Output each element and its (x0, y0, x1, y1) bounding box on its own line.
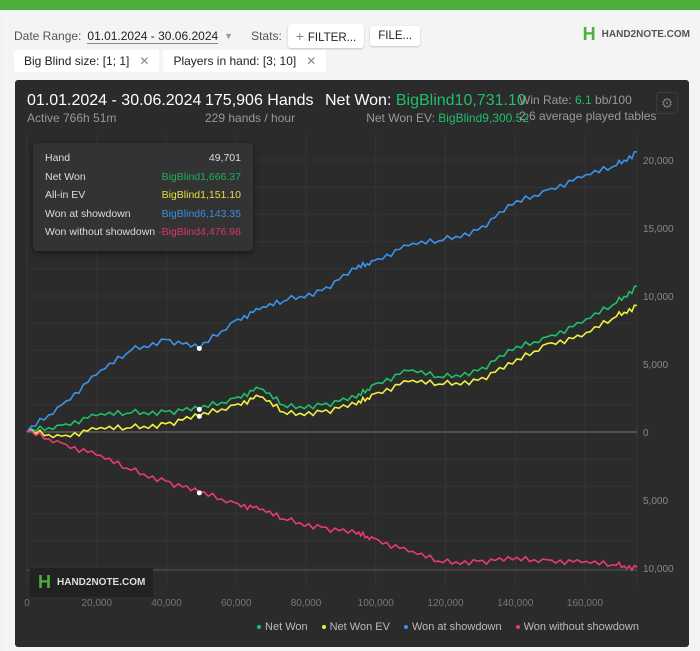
legend-dot-icon (257, 625, 262, 630)
x-tick-label: 120,000 (427, 598, 464, 609)
y-tick-label: 10,000 (643, 564, 674, 575)
watermark-text: HAND2NOTE.COM (57, 577, 146, 588)
x-tick-label: 0 (24, 598, 30, 609)
top-bar (0, 0, 700, 10)
y-tick-label: 5,000 (643, 360, 668, 371)
legend-item[interactable]: Won at showdown (403, 621, 502, 633)
x-tick-label: 60,000 (221, 598, 252, 609)
date-range-select[interactable]: 01.01.2024 - 30.06.2024 (87, 29, 219, 44)
x-tick-label: 40,000 (151, 598, 182, 609)
x-tick-label: 100,000 (358, 598, 395, 609)
tooltip-label: Hand (45, 152, 71, 164)
tooltip-value: BigBlind1,151.10 (161, 189, 241, 201)
tooltip-row: All-in EV BigBlind1,151.10 (45, 189, 241, 208)
legend-label: Won without showdown (523, 621, 639, 633)
x-tick-label: 80,000 (291, 598, 322, 609)
tooltip-label: Won without showdown (45, 226, 156, 238)
legend-dot-icon (403, 625, 408, 630)
series-line-net-won-ev[interactable] (26, 304, 638, 439)
chip-label: Players in hand: [3; 10] (173, 54, 297, 68)
filter-button-label: FILTER... (307, 32, 357, 44)
date-range-label: Date Range: (14, 29, 82, 43)
chevron-down-icon[interactable]: ▼ (224, 31, 233, 41)
x-tick-label: 140,000 (497, 598, 534, 609)
y-tick-label: 0 (643, 428, 649, 439)
tooltip-label: Won at showdown (45, 207, 131, 220)
y-tick-label: 15,000 (643, 224, 674, 235)
close-icon[interactable]: ✕ (139, 54, 149, 68)
logo-text: HAND2NOTE.COM (601, 29, 690, 40)
tooltip-row: Net Won BigBlind1,666.37 (45, 171, 241, 190)
legend-item[interactable]: Won without showdown (515, 621, 639, 633)
chip-big-blind[interactable]: Big Blind size: [1; 1] ✕ (14, 50, 160, 72)
h-logo-icon: H (38, 572, 51, 592)
tooltip-row: Won without showdown -BigBlind4,476.98 (45, 226, 241, 245)
chart-tooltip: Hand 49,701 Net Won BigBlind1,666.37 All-in … (33, 143, 253, 251)
hover-point (196, 490, 202, 496)
tooltip-label: All-in EV (45, 189, 86, 201)
legend-dot-icon (321, 625, 326, 630)
series-line-won-without-showdown[interactable] (26, 430, 638, 572)
legend-item[interactable]: Net Won (257, 621, 308, 633)
tooltip-row: Won at showdown BigBlind6,143.35 (45, 208, 241, 227)
stats-label: Stats: (251, 29, 282, 43)
chip-players[interactable]: Players in hand: [3; 10] ✕ (163, 50, 327, 72)
y-tick-label: 10,000 (643, 292, 674, 303)
legend-item[interactable]: Net Won EV (321, 621, 390, 633)
filter-chips: Big Blind size: [1; 1] ✕ Players in hand:… (14, 50, 327, 72)
tooltip-value: 49,701 (208, 152, 241, 164)
y-tick-label: 20,000 (643, 156, 674, 167)
legend-dot-icon (515, 625, 520, 630)
hand2note-logo[interactable]: H HAND2NOTE.COM (583, 24, 690, 45)
tooltip-value: BigBlind6,143.35 (161, 207, 241, 220)
close-icon[interactable]: ✕ (306, 54, 316, 68)
legend-label: Won at showdown (411, 621, 502, 633)
x-tick-label: 160,000 (567, 598, 604, 609)
watermark-logo: H HAND2NOTE.COM (30, 568, 154, 597)
tooltip-row: Hand 49,701 (45, 152, 241, 171)
plus-icon: + (295, 28, 308, 44)
hover-point (196, 406, 202, 412)
y-tick-label: 5,000 (643, 496, 668, 507)
legend-label: Net Won EV (329, 621, 390, 633)
chip-label: Big Blind size: [1; 1] (24, 54, 130, 68)
legend-label: Net Won (265, 621, 308, 633)
hover-point (196, 345, 202, 351)
graph-panel: 01.01.2024 - 30.06.2024 Active 766h 51m … (15, 80, 689, 647)
chart-legend: Net Won Net Won EV Won at showdown Won with… (257, 621, 639, 633)
hover-point (196, 413, 202, 419)
filter-row: Date Range: 01.01.2024 - 30.06.2024 ▼ St… (14, 24, 421, 48)
x-tick-label: 20,000 (81, 598, 112, 609)
filter-button[interactable]: + FILTER... (287, 24, 365, 48)
tooltip-value: BigBlind1,666.37 (161, 170, 241, 183)
h-logo-icon: H (582, 24, 596, 44)
tooltip-label: Net Won (45, 170, 86, 183)
tooltip-value: -BigBlind4,476.98 (158, 226, 241, 238)
file-button[interactable]: FILE... (370, 26, 421, 46)
